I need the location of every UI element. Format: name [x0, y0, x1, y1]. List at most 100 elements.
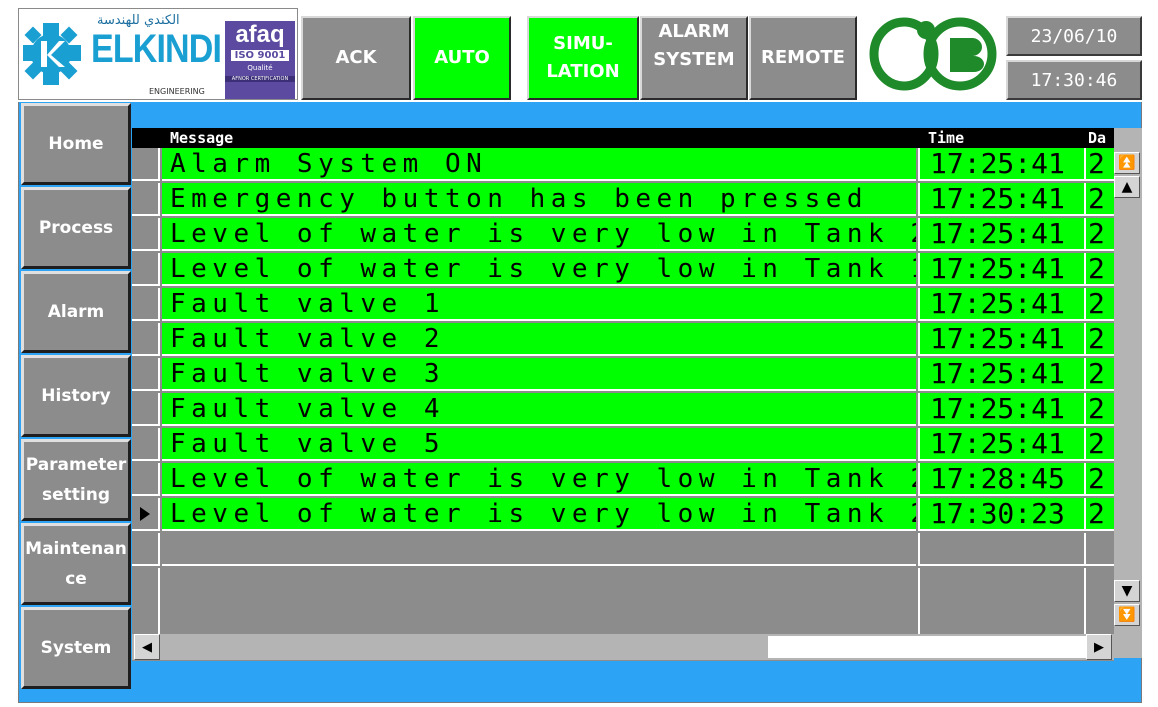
- right-arrow-icon: ▶: [1094, 639, 1104, 655]
- alarm-time-cell: 17:25:41: [918, 183, 1084, 216]
- alarm-date-cell: 2: [1084, 463, 1114, 496]
- header-bar: الكندي للهندسة ELKINDI ENGINEERING afaq …: [18, 0, 1142, 102]
- alarm-time-cell: 17:25:41: [918, 358, 1084, 391]
- row-selector[interactable]: [132, 323, 160, 356]
- table-row[interactable]: Fault valve 5 17:25:41 2: [132, 428, 1114, 461]
- row-selector[interactable]: [132, 288, 160, 321]
- afnor-label: AFNOR CERTIFICATION: [225, 76, 295, 82]
- gear-logo-icon: [23, 23, 81, 85]
- iso-label: ISO 9001: [231, 50, 289, 61]
- quality-label: Qualité: [247, 64, 273, 72]
- simulation-button[interactable]: SIMU- LATION: [527, 16, 639, 100]
- horizontal-scrollbar[interactable]: ◀ ▶: [132, 634, 1114, 660]
- row-selector[interactable]: [132, 148, 160, 181]
- alarm-message-cell: [162, 568, 916, 636]
- column-header-time[interactable]: Time: [928, 129, 964, 147]
- row-selector[interactable]: [132, 428, 160, 461]
- table-row[interactable]: Fault valve 4 17:25:41 2: [132, 393, 1114, 426]
- table-row[interactable]: Fault valve 1 17:25:41 2: [132, 288, 1114, 321]
- up-arrow-icon: ▲: [1121, 179, 1133, 195]
- alarm-date-cell: 2: [1084, 148, 1114, 181]
- alarm-date-cell: 2: [1084, 428, 1114, 461]
- table-row[interactable]: Level of water is very low in Tank 1 17:2…: [132, 253, 1114, 286]
- table-row[interactable]: Fault valve 3 17:25:41 2: [132, 358, 1114, 391]
- row-selector[interactable]: [132, 393, 160, 426]
- alarm-time-cell: 17:25:41: [918, 428, 1084, 461]
- scroll-right-button[interactable]: ▶: [1086, 634, 1112, 660]
- alarm-message-cell: Fault valve 5: [162, 428, 916, 461]
- scroll-top-button[interactable]: ⏫: [1114, 152, 1140, 174]
- row-selector[interactable]: [132, 183, 160, 216]
- row-selector[interactable]: [132, 253, 160, 286]
- alarm-time-cell: 17:25:41: [918, 148, 1084, 181]
- alarm-date-cell: [1084, 533, 1114, 566]
- afaq-certification-badge: afaq ISO 9001 Qualité AFNOR CERTIFICATIO…: [225, 21, 295, 99]
- alarm-message-cell: Level of water is very low in Tank 2: [162, 498, 916, 531]
- row-selector[interactable]: [132, 463, 160, 496]
- vertical-scrollbar[interactable]: ⏫ ▲ ▼ ⏬: [1114, 128, 1142, 658]
- scroll-up-button[interactable]: ▲: [1114, 176, 1140, 198]
- alarm-time-cell: 17:25:41: [918, 393, 1084, 426]
- alarm-time-cell: [918, 533, 1084, 566]
- alarm-table[interactable]: Message Time Da Alarm System ON 17:25:41 2…: [132, 128, 1114, 661]
- row-selector[interactable]: [132, 358, 160, 391]
- scroll-down-button[interactable]: ▼: [1114, 580, 1140, 602]
- alarm-message-cell: [162, 533, 916, 566]
- alarm-date-cell: 2: [1084, 218, 1114, 251]
- alarm-date-cell: 2: [1084, 323, 1114, 356]
- row-selector[interactable]: [132, 218, 160, 251]
- horizontal-scroll-thumb[interactable]: [768, 636, 1086, 658]
- table-row[interactable]: Fault valve 2 17:25:41 2: [132, 323, 1114, 356]
- row-pointer-icon: [140, 507, 150, 521]
- column-header-message[interactable]: Message: [170, 129, 233, 147]
- auto-button[interactable]: AUTO: [413, 16, 511, 100]
- alarm-date-cell: 2: [1084, 183, 1114, 216]
- row-selector[interactable]: [132, 568, 160, 636]
- date-display: 23/06/10: [1006, 16, 1142, 56]
- table-row[interactable]: Level of water is very low in Tank 2 17:2…: [132, 218, 1114, 251]
- elkindi-logo: الكندي للهندسة ELKINDI ENGINEERING afaq …: [18, 8, 298, 100]
- table-row[interactable]: Level of water is very low in Tank 2 17:3…: [132, 498, 1114, 531]
- alarm-message-cell: Level of water is very low in Tank 1: [162, 253, 916, 286]
- afaq-brand: afaq: [235, 21, 285, 48]
- alarm-message-cell: Fault valve 4: [162, 393, 916, 426]
- alarm-message-cell: Fault valve 3: [162, 358, 916, 391]
- alarm-date-cell: 2: [1084, 253, 1114, 286]
- alarm-time-cell: 17:30:23: [918, 498, 1084, 531]
- nav-maintenance-button[interactable]: Maintenan ce: [21, 523, 131, 605]
- nav-process-button[interactable]: Process: [21, 187, 131, 269]
- nav-history-button[interactable]: History: [21, 355, 131, 437]
- row-selector[interactable]: [132, 498, 160, 531]
- empty-table-row[interactable]: [132, 533, 1114, 566]
- alarm-message-cell: Fault valve 2: [162, 323, 916, 356]
- alarm-time-cell: [918, 568, 1084, 636]
- alarm-date-cell: [1084, 568, 1114, 636]
- remote-button[interactable]: REMOTE: [749, 16, 857, 100]
- alarm-time-cell: 17:25:41: [918, 288, 1084, 321]
- alarm-time-cell: 17:25:41: [918, 253, 1084, 286]
- empty-table-row[interactable]: [132, 568, 1114, 636]
- alarm-system-button[interactable]: ALARM SYSTEM: [640, 16, 748, 100]
- scroll-left-button[interactable]: ◀: [134, 634, 160, 660]
- nav-parameter-setting-button[interactable]: Parameter setting: [21, 439, 131, 521]
- alarm-date-cell: 2: [1084, 393, 1114, 426]
- university-emblem-icon: [864, 8, 1004, 100]
- alarm-time-cell: 17:28:45: [918, 463, 1084, 496]
- double-down-arrow-icon: ⏬: [1118, 607, 1136, 623]
- alarm-message-cell: Emergency button has been pressed: [162, 183, 916, 216]
- ack-button[interactable]: ACK: [301, 16, 411, 100]
- nav-home-button[interactable]: Home: [21, 103, 131, 185]
- table-row[interactable]: Level of water is very low in Tank 2 17:2…: [132, 463, 1114, 496]
- alarm-message-cell: Level of water is very low in Tank 2: [162, 463, 916, 496]
- nav-system-button[interactable]: System: [21, 607, 131, 689]
- nav-alarm-button[interactable]: Alarm: [21, 271, 131, 353]
- logo-subtitle: ENGINEERING: [149, 87, 205, 96]
- alarm-time-cell: 17:25:41: [918, 323, 1084, 356]
- down-arrow-icon: ▼: [1121, 583, 1133, 599]
- scroll-bottom-button[interactable]: ⏬: [1114, 604, 1140, 626]
- table-row[interactable]: Alarm System ON 17:25:41 2: [132, 148, 1114, 181]
- alarm-message-cell: Level of water is very low in Tank 2: [162, 218, 916, 251]
- column-header-date[interactable]: Da: [1088, 129, 1106, 147]
- table-row[interactable]: Emergency button has been pressed 17:25:4…: [132, 183, 1114, 216]
- row-selector[interactable]: [132, 533, 160, 566]
